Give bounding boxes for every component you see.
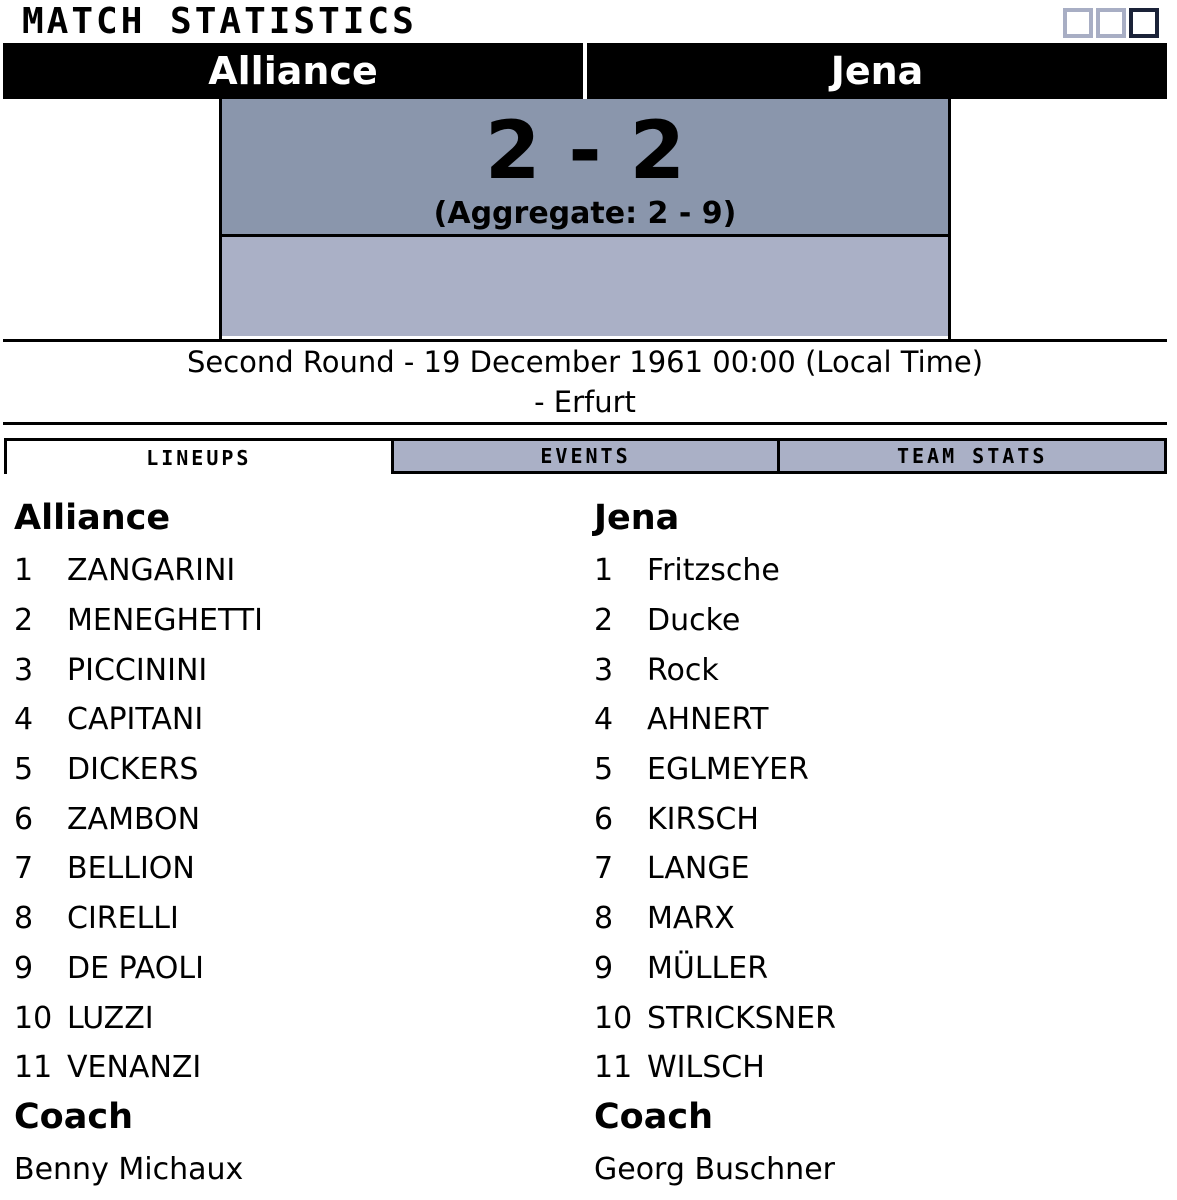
player-name: MENEGHETTI <box>67 603 263 639</box>
player-number: 2 <box>594 603 614 639</box>
home-team-name[interactable]: Alliance <box>3 43 583 99</box>
player-row[interactable]: 8 MARX <box>594 894 1154 944</box>
player-name: PICCININI <box>67 652 208 688</box>
player-name: EGLMEYER <box>647 752 809 788</box>
player-name: Fritzsche <box>647 553 780 589</box>
player-number: 8 <box>14 901 34 937</box>
player-name: CIRELLI <box>67 901 179 937</box>
player-name: VENANZI <box>67 1050 202 1086</box>
aggregate-score: (Aggregate: 2 - 9) <box>433 196 737 231</box>
player-row[interactable]: 8 CIRELLI <box>14 894 574 944</box>
player-number: 6 <box>594 801 614 837</box>
player-name: Rock <box>647 652 719 688</box>
player-number: 9 <box>594 950 614 986</box>
player-number: 9 <box>14 950 34 986</box>
away-coach-name[interactable]: Georg Buschner <box>594 1145 1154 1195</box>
away-lineup: Jena 1 Fritzsche 2 Ducke 3 Rock 4 AHNERT 5 EG… <box>594 494 1154 1195</box>
away-team-name[interactable]: Jena <box>587 43 1167 99</box>
player-name: DE PAOLI <box>67 950 204 986</box>
player-row[interactable]: 3 PICCININI <box>14 645 574 695</box>
home-coach-name[interactable]: Benny Michaux <box>14 1145 574 1195</box>
player-number: 1 <box>14 553 34 589</box>
match-info: Second Round - 19 December 1961 00:00 (L… <box>3 342 1167 422</box>
player-number: 4 <box>594 702 614 738</box>
player-number: 3 <box>594 652 614 688</box>
player-number: 1 <box>594 553 614 589</box>
coach-heading: Coach <box>14 1096 134 1137</box>
player-number: 10 <box>594 1000 633 1036</box>
teams-header: Alliance Jena <box>3 43 1167 99</box>
player-name: DICKERS <box>67 752 199 788</box>
home-lineup-team: Alliance <box>14 498 171 538</box>
player-row[interactable]: 9 DE PAOLI <box>14 944 574 994</box>
player-name: CAPITANI <box>67 702 204 738</box>
tab-lineups[interactable]: LINEUPS <box>7 441 391 474</box>
player-row[interactable]: 10 LUZZI <box>14 993 574 1043</box>
title-bar: MATCH STATISTICS <box>0 0 1177 44</box>
tab-bar: LINEUPS EVENTS TEAM STATS <box>4 438 1167 474</box>
player-number: 10 <box>14 1000 53 1036</box>
maximize-icon[interactable] <box>1129 8 1159 38</box>
player-name: MÜLLER <box>647 950 769 986</box>
score-details-area <box>222 237 948 336</box>
player-row[interactable]: 4 AHNERT <box>594 695 1154 745</box>
score-display: 2 - 2 (Aggregate: 2 - 9) <box>222 99 948 237</box>
player-row[interactable]: 11 VENANZI <box>14 1043 574 1093</box>
player-name: ZANGARINI <box>67 553 236 589</box>
player-name: Ducke <box>647 603 741 639</box>
away-lineup-team: Jena <box>594 498 680 538</box>
window-controls <box>1063 8 1159 38</box>
player-row[interactable]: 6 ZAMBON <box>14 794 574 844</box>
player-row[interactable]: 3 Rock <box>594 645 1154 695</box>
player-name: MARX <box>647 901 735 937</box>
minimize-icon[interactable] <box>1063 8 1093 38</box>
player-name: WILSCH <box>647 1050 765 1086</box>
player-row[interactable]: 1 ZANGARINI <box>14 546 574 596</box>
player-number: 3 <box>14 652 34 688</box>
player-number: 11 <box>14 1050 53 1086</box>
player-row[interactable]: 7 LANGE <box>594 844 1154 894</box>
player-row[interactable]: 11 WILSCH <box>594 1043 1154 1093</box>
player-number: 7 <box>14 851 34 887</box>
player-name: ZAMBON <box>67 801 201 837</box>
player-number: 8 <box>594 901 614 937</box>
divider <box>3 422 1167 425</box>
tab-team-stats[interactable]: TEAM STATS <box>777 441 1165 474</box>
player-name: STRICKSNER <box>647 1000 836 1036</box>
player-row[interactable]: 1 Fritzsche <box>594 546 1154 596</box>
player-number: 6 <box>14 801 34 837</box>
player-row[interactable]: 2 Ducke <box>594 596 1154 646</box>
player-number: 11 <box>594 1050 633 1086</box>
player-number: 7 <box>594 851 614 887</box>
player-row[interactable]: 7 BELLION <box>14 844 574 894</box>
restore-icon[interactable] <box>1096 8 1126 38</box>
player-row[interactable]: 4 CAPITANI <box>14 695 574 745</box>
player-row[interactable]: 5 EGLMEYER <box>594 745 1154 795</box>
player-row[interactable]: 2 MENEGHETTI <box>14 596 574 646</box>
player-number: 5 <box>14 752 34 788</box>
player-name: KIRSCH <box>647 801 759 837</box>
player-row[interactable]: 9 MÜLLER <box>594 944 1154 994</box>
score-panel: 2 - 2 (Aggregate: 2 - 9) <box>219 99 951 339</box>
player-row[interactable]: 6 KIRSCH <box>594 794 1154 844</box>
tab-events[interactable]: EVENTS <box>390 441 778 474</box>
player-row[interactable]: 10 STRICKSNER <box>594 993 1154 1043</box>
page-title: MATCH STATISTICS <box>22 1 417 42</box>
match-info-line: Second Round - 19 December 1961 00:00 (L… <box>186 345 984 379</box>
venue: - Erfurt <box>534 385 636 419</box>
player-number: 4 <box>14 702 34 738</box>
player-number: 5 <box>594 752 614 788</box>
player-number: 2 <box>14 603 34 639</box>
player-row[interactable]: 5 DICKERS <box>14 745 574 795</box>
player-name: AHNERT <box>647 702 769 738</box>
player-name: BELLION <box>67 851 195 887</box>
home-lineup: Alliance 1 ZANGARINI 2 MENEGHETTI 3 PICCINI… <box>14 494 574 1195</box>
score: 2 - 2 <box>484 104 686 197</box>
player-name: LUZZI <box>67 1000 154 1036</box>
player-name: LANGE <box>647 851 750 887</box>
coach-heading: Coach <box>594 1096 714 1137</box>
